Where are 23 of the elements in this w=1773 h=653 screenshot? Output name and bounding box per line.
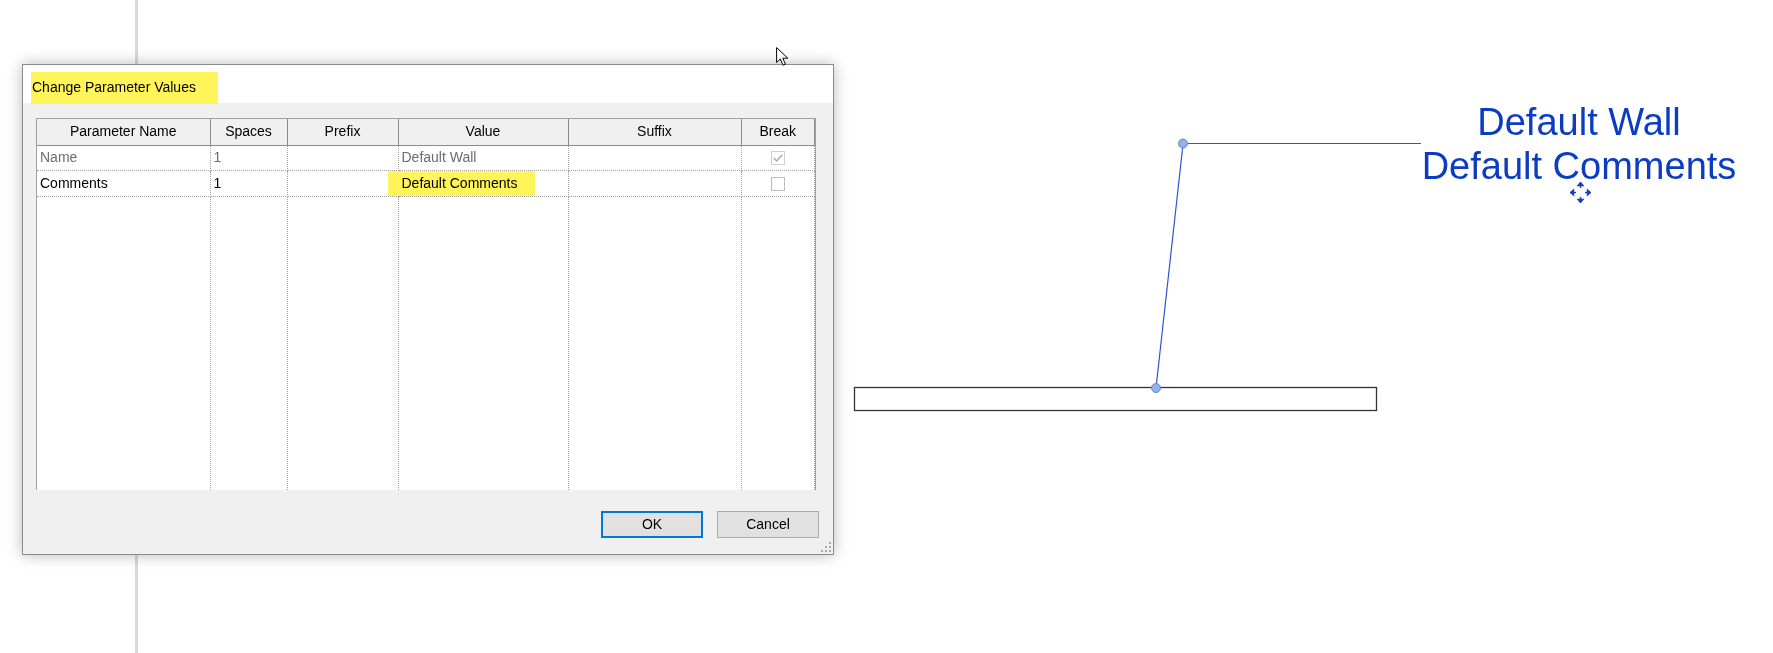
cell-text: Name [40, 148, 78, 167]
cell-text: Default Wall [401, 148, 477, 167]
grip-dot[interactable] [1178, 138, 1188, 149]
column-header[interactable]: Suffix [568, 119, 741, 145]
resize-grip-icon[interactable] [821, 542, 831, 552]
column-header[interactable]: Prefix [287, 119, 398, 145]
move-cursor-icon [1570, 182, 1591, 203]
column-header[interactable]: Break [741, 119, 815, 145]
tag-text: Default Wall [1477, 107, 1681, 137]
grip-dot[interactable] [1151, 383, 1161, 393]
column-header[interactable]: Value [398, 119, 568, 145]
check-icon [772, 154, 783, 163]
tag-text: Default Comments [1421, 151, 1737, 181]
cell-text: 1 [213, 148, 222, 167]
cell-text: 1 [213, 173, 222, 193]
dialog-title: Change Parameter Values [31, 72, 218, 104]
column-header[interactable]: Spaces [210, 119, 287, 145]
checkbox[interactable] [770, 176, 785, 191]
cell-text: Default Comments [387, 170, 536, 196]
column-header[interactable]: Parameter Name [37, 119, 210, 145]
cell-text: Comments [40, 173, 108, 193]
dialog-button[interactable]: OK [601, 511, 703, 538]
dialog-button[interactable]: Cancel [717, 511, 819, 538]
